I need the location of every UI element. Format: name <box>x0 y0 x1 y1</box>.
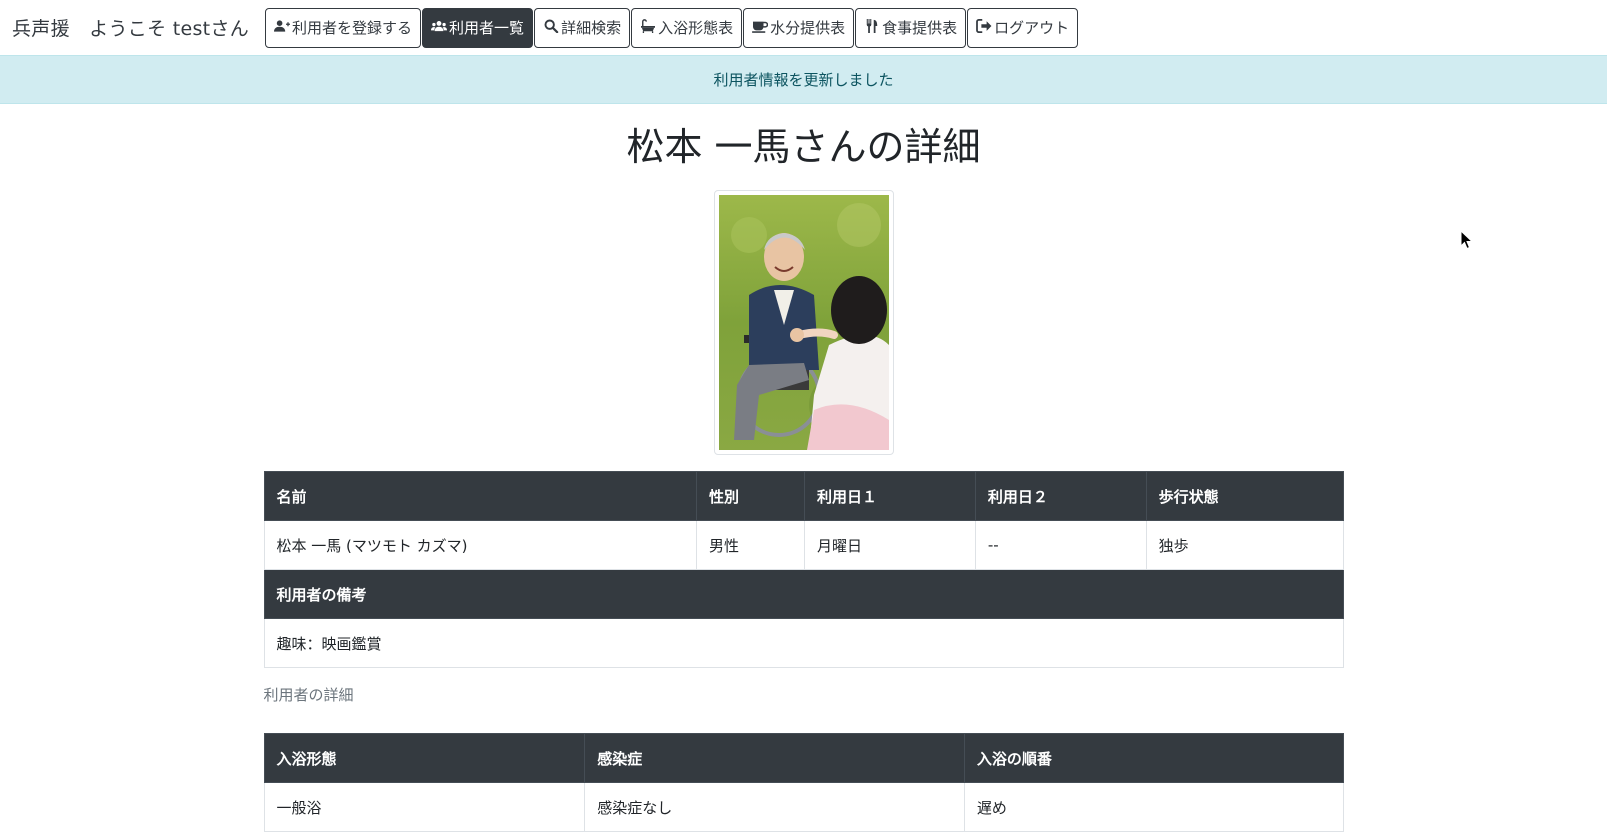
cell-use-day-1: 月曜日 <box>803 520 976 570</box>
water-table-button[interactable]: 水分提供表 <box>743 7 855 48</box>
header-gender: 性別 <box>696 471 805 521</box>
update-alert: 利用者情報を更新しました <box>0 55 1607 104</box>
bath-icon <box>640 18 656 37</box>
meal-table-button[interactable]: 食事提供表 <box>855 7 967 48</box>
user-plus-icon <box>274 19 291 37</box>
navbar: 兵声援 ようこそ testさん 利用者を登録する 利用者一覧 詳細検索 入浴形態… <box>0 0 1607 55</box>
bath-table-button[interactable]: 入浴形態表 <box>631 7 743 48</box>
info-header-row: 名前 性別 利用日１ 利用日２ 歩行状態 <box>263 471 1344 521</box>
cell-use-day-2: -- <box>974 520 1147 570</box>
logout-label: ログアウト <box>994 19 1070 37</box>
cell-name: 松本 一馬 (マツモト カズマ) <box>263 520 698 570</box>
header-bath-order: 入浴の順番 <box>963 733 1344 783</box>
user-photo-image <box>718 195 889 450</box>
mouse-cursor-icon <box>1460 230 1474 250</box>
header-name: 名前 <box>263 471 698 521</box>
user-list-label: 利用者一覧 <box>449 19 525 37</box>
header-bath-type: 入浴形態 <box>263 733 586 783</box>
header-use-day-2: 利用日２ <box>974 471 1147 521</box>
notes-header: 利用者の備考 <box>263 569 1344 619</box>
bath-info-table: 入浴形態 感染症 入浴の順番 一般浴 感染症なし 遅め <box>263 733 1344 832</box>
register-user-label: 利用者を登録する <box>292 19 413 37</box>
bath-table-label: 入浴形態表 <box>658 19 734 37</box>
register-user-button[interactable]: 利用者を登録する <box>265 7 422 48</box>
user-info-table: 名前 性別 利用日１ 利用日２ 歩行状態 松本 一馬 (マツモト カズマ) 男性… <box>263 471 1344 668</box>
alert-message: 利用者情報を更新しました <box>713 71 894 89</box>
navbar-brand[interactable]: 兵声援 ようこそ testさん <box>12 14 249 41</box>
cell-bath-type: 一般浴 <box>263 782 586 832</box>
user-details-caption: 利用者の詳細 <box>263 686 354 704</box>
detail-search-label: 詳細検索 <box>561 19 622 37</box>
table-row: 一般浴 感染症なし 遅め <box>263 782 1344 832</box>
logout-button[interactable]: ログアウト <box>967 7 1079 48</box>
photo-wrap <box>264 190 1344 455</box>
cell-gender: 男性 <box>696 520 805 570</box>
cell-infection: 感染症なし <box>584 782 965 832</box>
meal-table-label: 食事提供表 <box>882 19 958 37</box>
utensils-icon <box>864 18 880 37</box>
notes-cell: 趣味：映画鑑賞 <box>263 618 1344 668</box>
bath-header-row: 入浴形態 感染症 入浴の順番 <box>263 733 1344 783</box>
header-infection: 感染症 <box>584 733 965 783</box>
cell-bath-order: 遅め <box>963 782 1344 832</box>
header-walking-status: 歩行状態 <box>1145 471 1344 521</box>
water-table-label: 水分提供表 <box>770 19 846 37</box>
detail-search-button[interactable]: 詳細検索 <box>534 7 631 48</box>
header-use-day-1: 利用日１ <box>803 471 976 521</box>
notes-row: 趣味：映画鑑賞 <box>263 618 1344 668</box>
cell-walking-status: 独歩 <box>1145 520 1344 570</box>
table-row: 松本 一馬 (マツモト カズマ) 男性 月曜日 -- 独歩 <box>263 520 1344 570</box>
coffee-cup-icon <box>752 19 769 37</box>
main-content: 松本 一馬さんの詳細 名前 性別 利用日１ 利用日２ 歩行状態 松本 一馬 (マ… <box>263 118 1344 832</box>
sign-out-icon <box>976 18 992 37</box>
user-photo <box>713 190 894 455</box>
users-icon <box>431 19 448 37</box>
user-list-button[interactable]: 利用者一覧 <box>422 7 534 48</box>
nav-buttons: 利用者を登録する 利用者一覧 詳細検索 入浴形態表 水分提供表 食事提供表 ログ… <box>265 7 1079 48</box>
notes-header-row: 利用者の備考 <box>263 569 1344 619</box>
search-icon <box>543 19 559 37</box>
page-title: 松本 一馬さんの詳細 <box>626 125 981 169</box>
